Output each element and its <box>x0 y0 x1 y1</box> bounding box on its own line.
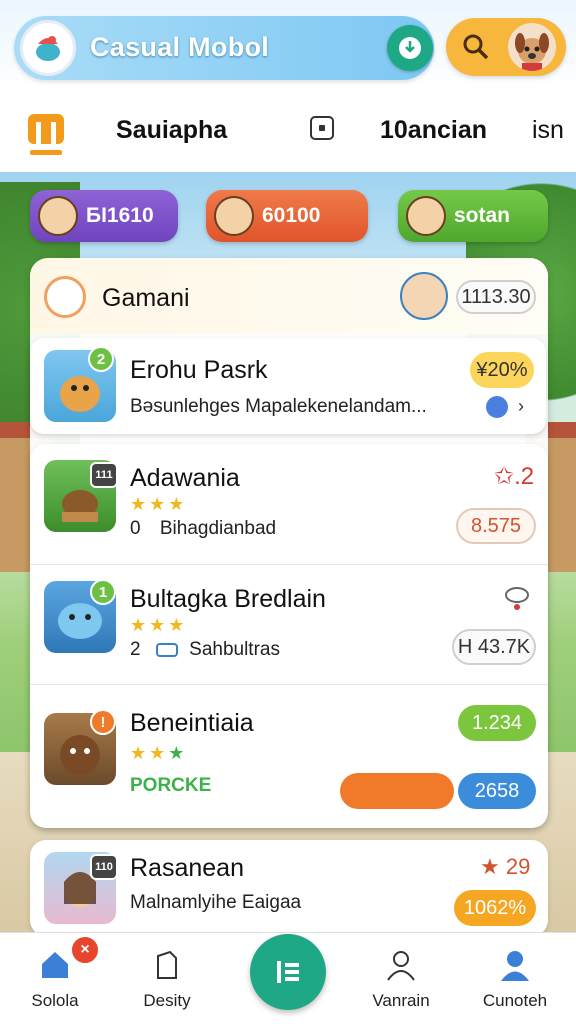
nav-item-desity[interactable]: Desity <box>112 933 222 1024</box>
nav-item-cunoteh[interactable]: Cunoteh <box>460 933 570 1024</box>
star-rating: ★★★ <box>130 743 188 763</box>
nav-label: Vanrain <box>372 991 430 1010</box>
discount-badge: ¥20% <box>470 352 534 388</box>
list-icon <box>277 961 299 983</box>
cube-icon <box>149 947 185 983</box>
rank: 2 <box>130 639 141 660</box>
count-badge: 110 <box>90 854 118 880</box>
game-subtitle: Bəsunlehges Mapalekenelandam... <box>130 396 427 417</box>
app-title-pill: Casual Mobol <box>14 16 434 80</box>
boy-avatar-icon <box>214 196 254 236</box>
currency-chip-orange[interactable]: 60100 <box>206 190 368 242</box>
chef-hat-logo-icon[interactable] <box>20 20 76 76</box>
notification-badge: × <box>70 935 100 965</box>
panel-count: 1113.30 <box>456 280 536 314</box>
currency-chip-green[interactable]: sotan <box>398 190 548 242</box>
featured-game-card[interactable]: 2 Erohu Pasrk Bəsunlehges Mapalekeneland… <box>30 338 546 434</box>
count-badge: 2 <box>88 346 114 372</box>
count-badge: 111 <box>90 462 118 488</box>
panel-header: Gamani 1113.30 <box>30 258 548 334</box>
game-title: Erohu Pasrk <box>130 356 268 384</box>
rank: 0 <box>130 518 141 539</box>
app-title: Casual Mobol <box>90 32 270 62</box>
game-row[interactable]: 111 Adawania ★★★ 0 Bihagdianbad ✩.2 8.57… <box>30 444 548 564</box>
search-icon <box>463 34 489 60</box>
search-profile-pill <box>446 18 566 76</box>
info-icon[interactable] <box>486 396 508 418</box>
game-row[interactable]: 110 Rasanean Malnamlyihe Eaigaa ★ 29 106… <box>30 840 548 936</box>
game-title: Beneintiaia <box>130 709 254 737</box>
profile-avatar[interactable] <box>508 23 556 71</box>
m-logo-icon[interactable] <box>26 106 66 158</box>
search-button[interactable] <box>456 27 496 67</box>
chip-value: sotan <box>454 204 511 227</box>
price-badge[interactable]: 1.234 <box>458 705 536 741</box>
game-title: Adawania <box>130 464 240 492</box>
top-app-bar: Casual Mobol <box>0 0 576 88</box>
tab-isn[interactable]: isn <box>532 116 564 145</box>
square-icon[interactable] <box>310 116 334 140</box>
spiral-icon <box>44 276 86 318</box>
profile-icon <box>497 947 533 983</box>
rating-text: ✩.2 <box>494 463 535 490</box>
nav-label: Cunoteh <box>482 991 548 1010</box>
dog-avatar-icon <box>515 33 549 71</box>
game-title: Bultagka Bredlain <box>130 585 326 613</box>
price-badge[interactable]: 8.575 <box>456 508 536 544</box>
rating-text: ★ 29 <box>480 854 531 879</box>
controller-icon <box>155 642 178 657</box>
nav-label: Desity <box>143 991 191 1010</box>
user-outline-icon <box>383 947 419 983</box>
category: Bihagdianbad <box>159 518 277 539</box>
download-icon <box>399 37 421 59</box>
star-rating: ★★★ <box>130 494 188 514</box>
count-badge: 1 <box>90 579 116 605</box>
tag-text: PORCKE <box>130 775 212 796</box>
nav-item-home[interactable]: × Sololа <box>0 933 110 1024</box>
chevron-right-icon[interactable]: › <box>518 396 524 417</box>
nav-label: Sololа <box>31 991 79 1010</box>
home-icon <box>37 947 73 983</box>
secondary-price-badge[interactable]: 2658 <box>458 773 536 809</box>
currency-chip-purple[interactable]: БI1610 <box>30 190 178 242</box>
count-badge: ! <box>90 709 116 735</box>
games-list: 111 Adawania ★★★ 0 Bihagdianbad ✩.2 8.57… <box>30 444 548 828</box>
game-subtitle: Malnamlyihe Eaigaa <box>130 892 302 913</box>
tab-10ancian[interactable]: 10ancian <box>380 116 487 145</box>
star-rating: ★★★ <box>130 615 188 635</box>
list-fab-button[interactable] <box>250 934 326 1010</box>
boy-avatar-icon <box>406 196 446 236</box>
panel-title: Gamani <box>102 284 190 312</box>
price-badge[interactable]: 1062% <box>454 890 536 926</box>
category: Sahbultras <box>189 639 280 660</box>
game-title: Rasanean <box>130 854 244 882</box>
nav-item-vanrain[interactable]: Vanrain <box>346 933 456 1024</box>
user-avatar[interactable] <box>400 272 448 320</box>
chip-value: 60100 <box>262 204 321 227</box>
price-badge[interactable]: H 43.7K <box>452 629 536 665</box>
cloud-icon[interactable] <box>502 583 532 610</box>
game-row[interactable]: 1 Bultagka Bredlain ★★★ 2 Sahbultras H 4… <box>30 564 548 684</box>
category-tabs: Sauiapha 10ancian isn <box>0 88 576 172</box>
tab-sauiapha[interactable]: Sauiapha <box>116 116 227 145</box>
game-row[interactable]: ! Beneintiaia ★★★ PORCKE 1.234 2658 <box>30 684 548 828</box>
download-button[interactable] <box>387 25 433 71</box>
action-button[interactable] <box>340 773 454 809</box>
chip-value: БI1610 <box>86 204 154 227</box>
boy-avatar-icon <box>38 196 78 236</box>
